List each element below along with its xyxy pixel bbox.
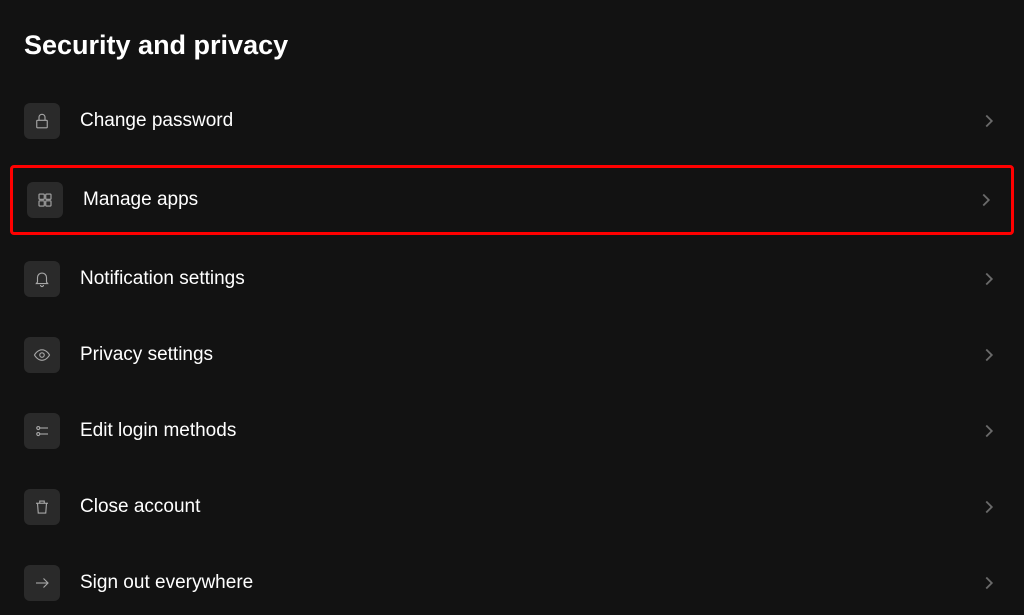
- chevron-right-icon: [978, 268, 1000, 290]
- bell-icon: [24, 261, 60, 297]
- chevron-right-icon: [978, 572, 1000, 594]
- item-label: Sign out everywhere: [80, 572, 978, 594]
- lock-icon: [24, 103, 60, 139]
- eye-icon: [24, 337, 60, 373]
- item-notification-settings[interactable]: Notification settings: [0, 247, 1024, 311]
- apps-icon: [27, 182, 63, 218]
- item-close-account[interactable]: Close account: [0, 475, 1024, 539]
- chevron-right-icon: [975, 189, 997, 211]
- security-privacy-panel: Security and privacy Change password Man…: [0, 0, 1024, 614]
- item-label: Privacy settings: [80, 344, 978, 366]
- item-label: Change password: [80, 110, 978, 132]
- item-label: Edit login methods: [80, 420, 978, 442]
- trash-icon: [24, 489, 60, 525]
- sliders-icon: [24, 413, 60, 449]
- chevron-right-icon: [978, 420, 1000, 442]
- item-edit-login-methods[interactable]: Edit login methods: [0, 399, 1024, 463]
- chevron-right-icon: [978, 344, 1000, 366]
- chevron-right-icon: [978, 496, 1000, 518]
- item-label: Manage apps: [83, 189, 975, 211]
- item-change-password[interactable]: Change password: [0, 89, 1024, 153]
- item-label: Close account: [80, 496, 978, 518]
- page-title: Security and privacy: [0, 0, 1024, 89]
- chevron-right-icon: [978, 110, 1000, 132]
- item-sign-out-everywhere[interactable]: Sign out everywhere: [0, 551, 1024, 615]
- arrow-right-icon: [24, 565, 60, 601]
- settings-list: Change password Manage apps Notification…: [0, 89, 1024, 615]
- item-label: Notification settings: [80, 268, 978, 290]
- item-privacy-settings[interactable]: Privacy settings: [0, 323, 1024, 387]
- item-manage-apps[interactable]: Manage apps: [10, 165, 1014, 235]
